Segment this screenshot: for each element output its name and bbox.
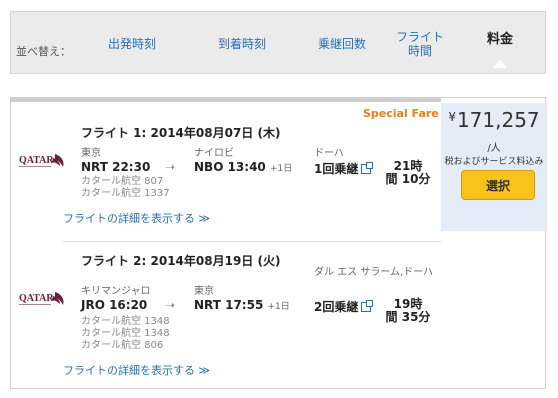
- sort-option-label: フライト時間: [396, 29, 445, 58]
- carrier-line: カタール航空 807: [81, 176, 164, 187]
- via-cities: ドーハ: [314, 148, 344, 159]
- duration-hours: 21時: [393, 159, 423, 173]
- flight-details-link[interactable]: フライトの詳細を表示する ≫: [63, 362, 210, 378]
- sort-departure-time[interactable]: 出発時刻: [77, 12, 187, 75]
- next-day-label: +1日: [269, 164, 293, 174]
- departure-time-text: JRO 16:20: [81, 298, 148, 312]
- departure-time-text: NRT 22:30: [81, 160, 151, 174]
- price-amount: ¥171,257: [441, 108, 547, 132]
- stops-link[interactable]: 1回乗継: [314, 160, 374, 177]
- flight-duration: 21時間 10分: [383, 160, 433, 186]
- via-cities: ダル エス サラーム,ドーハ: [314, 267, 434, 278]
- arrival-time: NBO 13:40 +1日: [194, 160, 292, 174]
- per-person-label: /人: [487, 143, 501, 154]
- stops-link[interactable]: 2回乗継: [314, 298, 374, 315]
- duration-hours: 19時: [393, 297, 423, 311]
- carrier-list: カタール航空 1348 カタール航空 1348 カタール航空 806: [81, 316, 170, 352]
- duration-minutes: 間 35分: [385, 310, 431, 324]
- qatar-airways-logo-icon: QATAR: [19, 292, 64, 305]
- stops-text: 2回乗継: [314, 300, 359, 314]
- segment-title: フライト 2: 2014年08月19日 (火): [81, 254, 281, 268]
- tax-note: 税およびサービス料込み: [444, 157, 544, 167]
- arrival-time-text: NRT 17:55: [194, 298, 264, 312]
- popup-icon: [361, 300, 374, 312]
- sort-option-label: 乗継回数: [317, 36, 366, 51]
- arrow-right-icon: ➝: [165, 298, 176, 312]
- departure-city: キリマンジャロ: [81, 286, 151, 297]
- price-value: 171,257: [456, 108, 540, 132]
- carrier-list: カタール航空 807 カタール航空 1337: [81, 176, 170, 200]
- card-top-border: [10, 97, 441, 102]
- arrival-time: NRT 17:55 +1日: [194, 298, 290, 312]
- sort-option-label: 到着時刻: [217, 36, 266, 51]
- popup-icon: [361, 162, 374, 174]
- arrival-city: ナイロビ: [194, 148, 234, 159]
- carrier-line: カタール航空 1348: [81, 316, 170, 327]
- sort-arrival-time[interactable]: 到着時刻: [187, 12, 297, 75]
- sort-active-arrow-icon: [493, 60, 507, 68]
- flight-duration: 19時間 35分: [383, 298, 433, 324]
- select-button[interactable]: 選択: [461, 170, 535, 200]
- arrival-city: 東京: [194, 286, 214, 297]
- sort-price[interactable]: 料金: [453, 12, 547, 75]
- duration-minutes: 間 10分: [385, 172, 431, 186]
- carrier-line: カタール航空 806: [81, 340, 164, 351]
- departure-time: JRO 16:20: [81, 298, 147, 312]
- departure-time: NRT 22:30: [81, 160, 150, 174]
- flight-result-card: Special Fare ¥171,257 /人 税およびサービス料込み 選択 …: [10, 97, 547, 389]
- carrier-line: カタール航空 1348: [81, 328, 170, 339]
- price-panel: ¥171,257 /人 税およびサービス料込み 選択: [441, 103, 547, 231]
- special-fare-badge: Special Fare: [363, 107, 439, 120]
- sort-option-label: 料金: [486, 31, 513, 47]
- arrival-time-text: NBO 13:40: [194, 160, 266, 174]
- segment-title: フライト 1: 2014年08月07日 (木): [81, 126, 281, 140]
- arrow-right-icon: ➝: [165, 160, 176, 174]
- departure-city: 東京: [81, 148, 101, 159]
- sort-bar: 並べ替え： 出発時刻 到着時刻 乗継回数 フライト時間 料金: [10, 11, 546, 74]
- sort-label: 並べ替え：: [16, 45, 71, 58]
- sort-option-label: 出発時刻: [107, 36, 156, 51]
- svg-text:QATAR: QATAR: [19, 293, 54, 304]
- sort-stops[interactable]: 乗継回数: [297, 12, 387, 75]
- carrier-line: カタール航空 1337: [81, 188, 170, 199]
- stops-text: 1回乗継: [314, 162, 359, 176]
- flight-details-link[interactable]: フライトの詳細を表示する ≫: [63, 210, 210, 226]
- svg-text:QATAR: QATAR: [19, 155, 54, 166]
- sort-flight-duration[interactable]: フライト時間: [387, 12, 453, 75]
- currency-symbol: ¥: [448, 110, 456, 124]
- segment-divider: [63, 241, 441, 242]
- next-day-label: +1日: [267, 302, 290, 312]
- qatar-airways-logo-icon: QATAR: [19, 154, 64, 167]
